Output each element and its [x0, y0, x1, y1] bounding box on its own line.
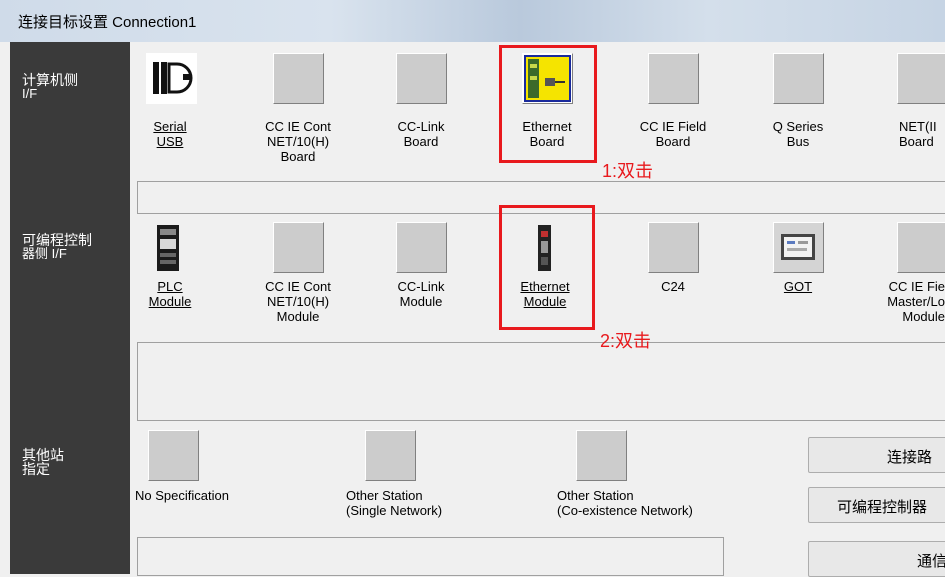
title-bar: 连接目标设置 Connection1 — [0, 0, 945, 42]
got-icon — [781, 234, 815, 260]
window-title: 连接目标设置 Connection1 — [18, 14, 197, 31]
got-label: GOT — [783, 279, 813, 294]
net-ii-board-tile[interactable] — [897, 53, 945, 104]
connection-route-button[interactable]: 连接路 — [808, 437, 945, 473]
q-series-bus-label: Q Series Bus — [772, 119, 824, 149]
cc-link-board-label: CC-Link Board — [397, 119, 445, 149]
other-station-single-tile[interactable] — [365, 430, 416, 481]
net-ii-board-label: NET(II Board — [899, 119, 937, 149]
highlight-ethernet-board — [499, 45, 597, 163]
other-station-label: 其他站 指定 — [22, 447, 64, 477]
no-specification-label: No Specification — [135, 488, 229, 503]
got-tile[interactable] — [773, 222, 824, 273]
cc-ie-field-module-label: CC IE Fie Master/Lo Module — [887, 279, 945, 324]
plc-module-icon — [157, 225, 179, 271]
annotation-note-1: 1:双击 — [602, 161, 654, 181]
other-station-detail-panel — [137, 537, 724, 576]
other-station-coexistence-tile[interactable] — [576, 430, 627, 481]
highlight-ethernet-module — [499, 205, 595, 330]
cc-ie-field-board-tile[interactable] — [648, 53, 699, 104]
communication-button[interactable]: 通信 — [808, 541, 945, 577]
cc-link-module-label: CC-Link Module — [397, 279, 445, 309]
cc-ie-field-board-label: CC IE Field Board — [639, 119, 707, 149]
cc-link-module-tile[interactable] — [396, 222, 447, 273]
plc-side-label: 可编程控制 器侧 I/F — [22, 232, 92, 261]
cc-link-board-tile[interactable] — [396, 53, 447, 104]
cc-ie-cont-board-label: CC IE Cont NET/10(H) Board — [265, 119, 331, 164]
plc-settings-button[interactable]: 可编程控制器 — [808, 487, 945, 523]
pc-side-label: 计算机侧 I/F — [22, 72, 78, 101]
cc-ie-cont-board-tile[interactable] — [273, 53, 324, 104]
plc-side-detail-panel — [137, 342, 945, 421]
c24-tile[interactable] — [648, 222, 699, 273]
cc-ie-cont-module-label: CC IE Cont NET/10(H) Module — [265, 279, 331, 324]
q-series-bus-tile[interactable] — [773, 53, 824, 104]
c24-label: C24 — [661, 279, 685, 294]
cc-ie-field-module-tile[interactable] — [897, 222, 945, 273]
other-station-single-label: Other Station (Single Network) — [346, 488, 443, 518]
cc-ie-cont-module-tile[interactable] — [273, 222, 324, 273]
serial-usb-tile[interactable] — [146, 53, 197, 104]
serial-usb-label: Serial USB — [153, 119, 187, 149]
plc-module-label: PLC Module — [148, 279, 192, 309]
no-specification-tile[interactable] — [148, 430, 199, 481]
serial-usb-icon — [153, 62, 193, 94]
annotation-note-2: 2:双击 — [600, 331, 652, 351]
plc-module-tile[interactable] — [151, 222, 202, 273]
other-station-coexistence-label: Other Station (Co-existence Network) — [557, 488, 693, 518]
